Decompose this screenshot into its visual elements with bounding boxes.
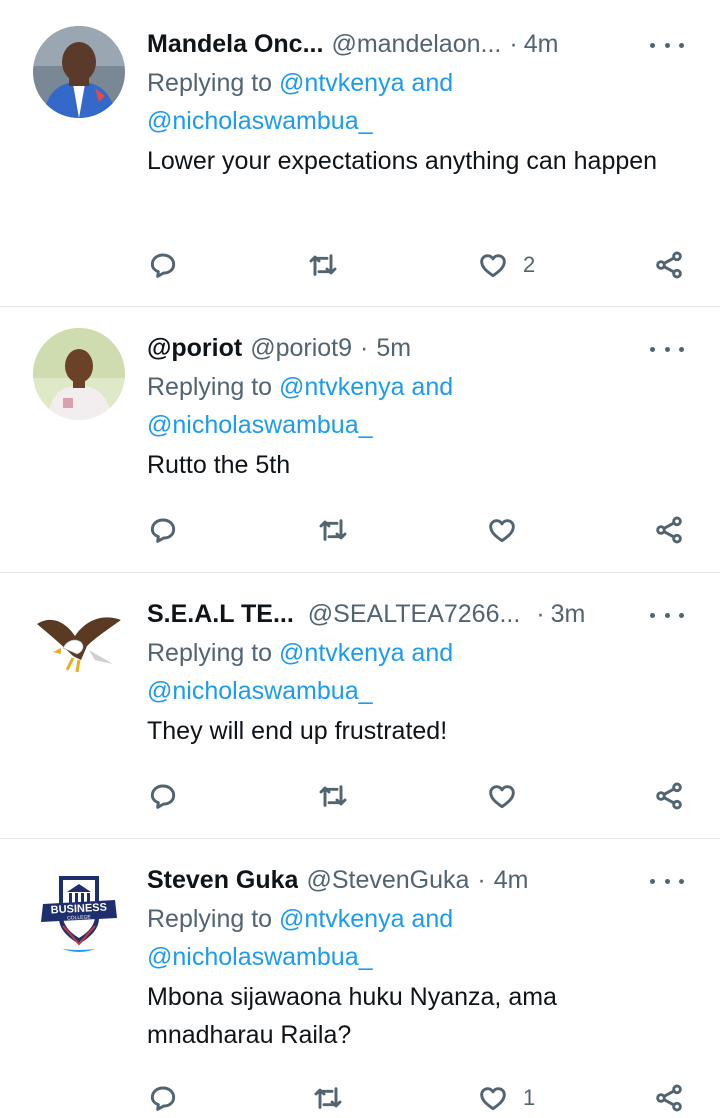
retweet-icon — [314, 1087, 342, 1109]
avatar[interactable] — [33, 594, 125, 686]
like-icon — [480, 1087, 506, 1111]
share-icon — [656, 251, 682, 279]
replying-and[interactable]: and — [404, 373, 453, 401]
user-handle[interactable]: @SEALTEA7266... — [308, 598, 521, 630]
tweet-text: Rutto the 5th — [147, 451, 291, 479]
more-icon[interactable] — [650, 608, 684, 622]
tweet-text: Mbona sijawaona huku Nyanza, ama mnadhar… — [147, 983, 557, 1049]
replying-to: Replying to @ntvkenya and @nicholaswambu… — [147, 368, 700, 444]
tweet[interactable]: BUSINESS COLLEGE Steven Guka @StevenGuka… — [0, 838, 720, 1112]
like-icon — [489, 785, 515, 809]
like-icon — [480, 254, 506, 278]
avatar[interactable]: BUSINESS COLLEGE — [33, 860, 125, 952]
tweet[interactable]: Mandela Onc... @mandelaon... · 4m Replyi… — [0, 0, 720, 307]
like-count: 2 — [523, 252, 536, 277]
display-name[interactable]: @poriot — [147, 332, 242, 364]
like-button[interactable]: 2 — [477, 245, 535, 285]
more-icon[interactable] — [650, 874, 684, 888]
display-name[interactable]: Mandela Onc... — [147, 28, 323, 60]
tweet-header: Mandela Onc... @mandelaon... · 4m — [147, 28, 700, 60]
reply-icon — [150, 1086, 176, 1111]
replying-and[interactable]: and — [404, 69, 453, 97]
timestamp[interactable]: 4m — [494, 864, 529, 896]
tweet-text: Lower your expectations anything can hap… — [147, 147, 658, 175]
avatar[interactable] — [33, 26, 125, 118]
reply-icon — [150, 253, 176, 278]
tweet[interactable]: S.E.A.L TE... @SEALTEA7266... · 3m Reply… — [0, 572, 720, 839]
retweet-button[interactable] — [317, 510, 349, 550]
retweet-button[interactable] — [312, 1078, 344, 1118]
mention-link[interactable]: @nicholaswambua_ — [147, 943, 373, 971]
share-button[interactable] — [653, 776, 685, 816]
replying-and[interactable]: and — [404, 905, 453, 933]
reply-icon — [150, 784, 176, 809]
user-handle[interactable]: @poriot9 — [250, 332, 352, 364]
replying-prefix: Replying to — [147, 373, 280, 401]
mention-link[interactable]: @nicholaswambua_ — [147, 107, 373, 135]
replying-prefix: Replying to — [147, 905, 280, 933]
replying-and[interactable]: and — [404, 639, 453, 667]
separator-dot: · — [477, 866, 486, 894]
replying-to: Replying to @ntvkenya and @nicholaswambu… — [147, 64, 700, 140]
mention-link[interactable]: @ntvkenya — [279, 373, 404, 401]
replying-to: Replying to @ntvkenya and @nicholaswambu… — [147, 634, 700, 710]
user-handle[interactable]: @StevenGuka — [306, 864, 469, 896]
tweet-actions — [147, 510, 687, 550]
tweet-content: @poriot @poriot9 · 5m Replying to @ntvke… — [147, 332, 700, 484]
tweet-actions: 2 — [147, 245, 687, 285]
retweet-icon — [319, 785, 347, 807]
display-name[interactable]: S.E.A.L TE... — [147, 598, 294, 630]
like-button[interactable] — [486, 776, 532, 816]
mention-link[interactable]: @nicholaswambua_ — [147, 411, 373, 439]
tweet-header: @poriot @poriot9 · 5m — [147, 332, 700, 364]
share-button[interactable] — [653, 245, 685, 285]
timestamp[interactable]: 5m — [376, 332, 411, 364]
tweet-content: Mandela Onc... @mandelaon... · 4m Replyi… — [147, 28, 700, 180]
tweet-header: S.E.A.L TE... @SEALTEA7266... · 3m — [147, 598, 700, 630]
avatar-badge-line2: COLLEGE — [67, 914, 92, 921]
tweet-content: S.E.A.L TE... @SEALTEA7266... · 3m Reply… — [147, 598, 700, 750]
like-button[interactable] — [486, 510, 532, 550]
timestamp[interactable]: 3m — [551, 598, 586, 630]
reply-button[interactable] — [147, 510, 179, 550]
tweet[interactable]: @poriot @poriot9 · 5m Replying to @ntvke… — [0, 306, 720, 573]
replying-prefix: Replying to — [147, 639, 280, 667]
tweet-header: Steven Guka @StevenGuka · 4m — [147, 864, 700, 896]
reply-button[interactable] — [147, 1078, 179, 1118]
like-button[interactable]: 1 — [477, 1078, 535, 1118]
display-name[interactable]: Steven Guka — [147, 864, 298, 896]
mention-link[interactable]: @nicholaswambua_ — [147, 677, 373, 705]
share-button[interactable] — [653, 510, 685, 550]
avatar[interactable] — [33, 328, 125, 420]
mention-link[interactable]: @ntvkenya — [279, 69, 404, 97]
tweet-content: Steven Guka @StevenGuka · 4m Replying to… — [147, 864, 700, 1054]
reply-button[interactable] — [147, 776, 179, 816]
more-icon[interactable] — [650, 38, 684, 52]
retweet-button[interactable] — [307, 245, 339, 285]
timestamp[interactable]: 4m — [524, 28, 559, 60]
separator-dot: · — [536, 600, 545, 628]
share-icon — [656, 516, 682, 544]
reply-icon — [150, 518, 176, 543]
replying-prefix: Replying to — [147, 69, 280, 97]
user-handle[interactable]: @mandelaon... — [331, 28, 501, 60]
retweet-button[interactable] — [317, 776, 349, 816]
mention-link[interactable]: @ntvkenya — [279, 905, 404, 933]
tweet-text: They will end up frustrated! — [147, 717, 448, 745]
retweet-icon — [309, 254, 337, 276]
tweet-actions — [147, 776, 687, 816]
retweet-icon — [319, 519, 347, 541]
tweet-actions: 1 — [147, 1078, 687, 1118]
share-icon — [656, 1084, 682, 1112]
like-count: 1 — [523, 1085, 536, 1110]
mention-link[interactable]: @ntvkenya — [279, 639, 404, 667]
share-icon — [656, 782, 682, 810]
more-icon[interactable] — [650, 342, 684, 356]
reply-button[interactable] — [147, 245, 179, 285]
separator-dot: · — [360, 334, 369, 362]
separator-dot: · — [509, 30, 518, 58]
share-button[interactable] — [653, 1078, 685, 1118]
like-icon — [489, 519, 515, 543]
replying-to: Replying to @ntvkenya and @nicholaswambu… — [147, 900, 700, 976]
